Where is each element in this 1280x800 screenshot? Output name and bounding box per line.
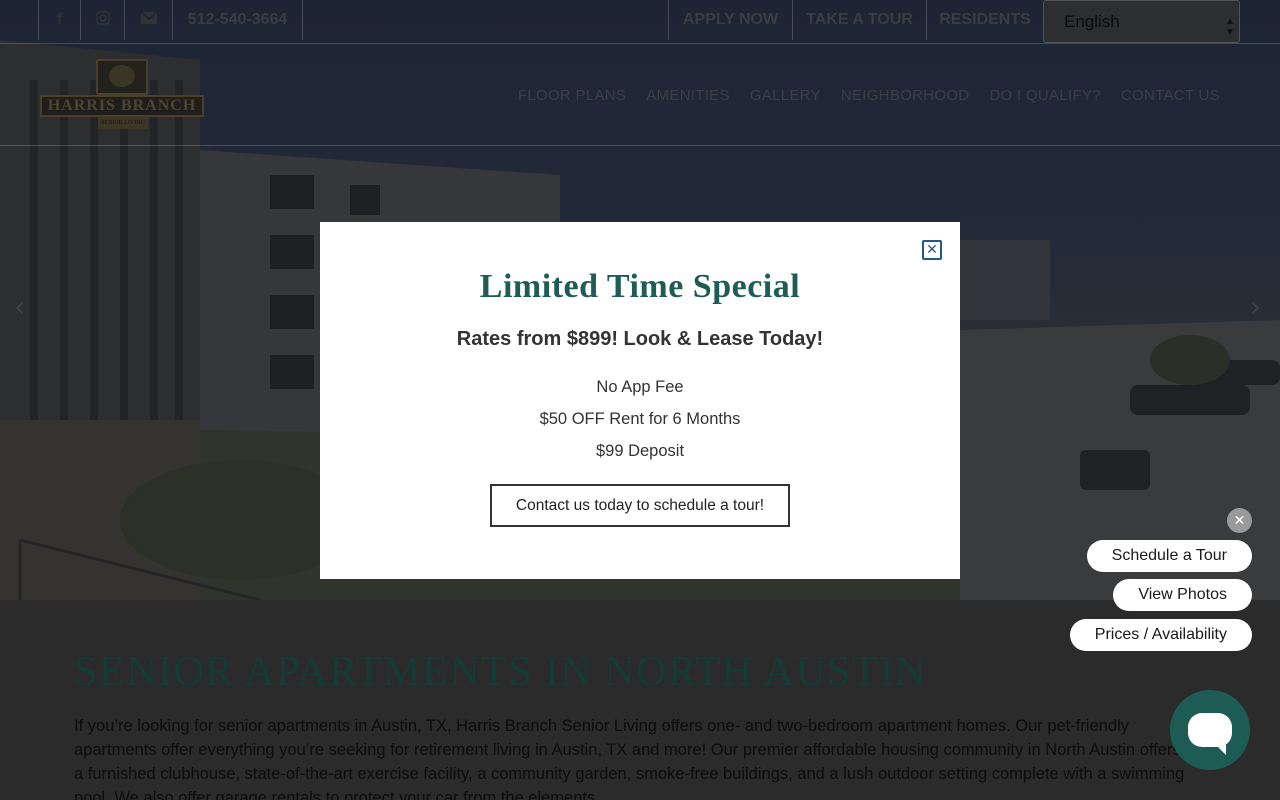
nav-amenities[interactable]: AMENITIES xyxy=(646,87,730,104)
language-select[interactable]: English ▲ ▼ xyxy=(1043,0,1240,43)
close-icon: ✕ xyxy=(1233,512,1246,529)
nav-floor-plans[interactable]: FLOOR PLANS xyxy=(518,87,626,104)
slider-prev-icon[interactable]: ‹ xyxy=(14,290,25,323)
email-link[interactable] xyxy=(125,0,173,40)
slider-next-icon[interactable]: › xyxy=(1250,290,1261,323)
special-offer-modal: ✕ Limited Time Special Rates from $899! … xyxy=(320,222,960,579)
intro-paragraph: If you’re looking for senior apartments … xyxy=(74,717,1185,800)
offer-item: $99 Deposit xyxy=(595,442,685,460)
phone-link[interactable]: 512-540-3664 xyxy=(173,0,303,40)
chat-button[interactable] xyxy=(1170,690,1250,770)
take-a-tour-link[interactable]: TAKE A TOUR xyxy=(793,0,927,40)
offer-item: $50 OFF Rent for 6 Months xyxy=(539,410,741,428)
nav-contact-us[interactable]: CONTACT US xyxy=(1121,87,1220,104)
offer-item: No App Fee xyxy=(596,378,684,396)
chevron-down-icon: ▲ ▼ xyxy=(1225,16,1235,38)
chat-bubble-icon xyxy=(1188,713,1232,755)
instagram-icon xyxy=(95,10,110,30)
facebook-link[interactable]: f xyxy=(38,0,81,40)
apply-now-link[interactable]: APPLY NOW xyxy=(668,0,793,40)
facebook-icon: f xyxy=(56,11,63,28)
tree-logo-icon xyxy=(96,59,148,95)
residents-link[interactable]: RESIDENTS xyxy=(927,0,1043,40)
modal-close-button[interactable]: ✕ xyxy=(922,240,942,260)
nav-links: FLOOR PLANS AMENITIES GALLERY NEIGHBORHO… xyxy=(518,44,1220,146)
schedule-a-tour-button[interactable]: Schedule a Tour xyxy=(1086,540,1252,572)
prices-availability-button[interactable]: Prices / Availability xyxy=(1069,619,1252,651)
email-icon xyxy=(140,11,157,29)
nav-neighborhood[interactable]: NEIGHBORHOOD xyxy=(841,87,970,104)
modal-title: Limited Time Special xyxy=(479,268,801,305)
section-heading: SENIOR APARTMENTS IN NORTH AUSTIN xyxy=(74,649,927,695)
modal-subtitle: Rates from $899! Look & Lease Today! xyxy=(456,328,824,350)
widget-close-button[interactable]: ✕ xyxy=(1227,508,1252,533)
utility-bar: f 512-540-3664 APPLY NOW TAKE A TOUR RES… xyxy=(0,0,1280,44)
nav-gallery[interactable]: GALLERY xyxy=(750,87,821,104)
language-value: English xyxy=(1064,11,1120,31)
instagram-link[interactable] xyxy=(81,0,125,40)
site-logo[interactable]: HARRIS BRANCH SENIOR LIVING xyxy=(40,59,204,129)
main-nav: HARRIS BRANCH SENIOR LIVING FLOOR PLANS … xyxy=(0,44,1280,146)
view-photos-button[interactable]: View Photos xyxy=(1113,579,1252,611)
schedule-tour-cta-button[interactable]: Contact us today to schedule a tour! xyxy=(490,484,790,527)
logo-tagline: SENIOR LIVING xyxy=(98,117,148,129)
logo-name: HARRIS BRANCH xyxy=(40,95,204,117)
close-icon: ✕ xyxy=(926,242,938,258)
nav-do-i-qualify[interactable]: DO I QUALIFY? xyxy=(989,87,1100,104)
